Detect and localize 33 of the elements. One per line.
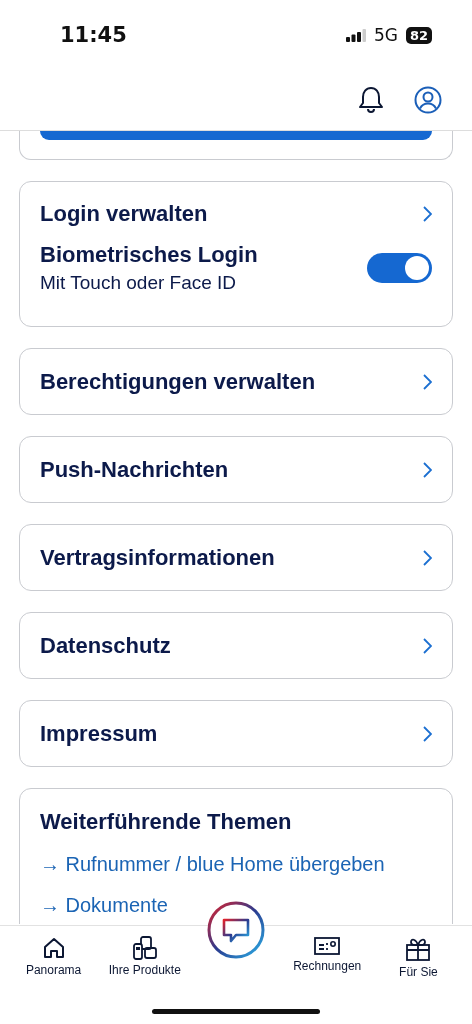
menu-item[interactable]: Vertragsinformationen: [19, 524, 453, 591]
network-label: 5G: [373, 25, 398, 45]
chevron-right-icon: [422, 549, 432, 566]
tab-item[interactable]: Ihre Produkte: [99, 936, 191, 977]
tab-item[interactable]: Rechnungen: [281, 936, 373, 973]
menu-item[interactable]: Datenschutz: [19, 612, 453, 679]
home-icon: [41, 936, 66, 960]
biometric-title: Biometrisches Login: [40, 242, 258, 268]
menu-item[interactable]: Login verwalten: [40, 196, 432, 232]
link[interactable]: → Dokumente: [40, 894, 432, 917]
chevron-right-icon: [422, 725, 432, 742]
menu-item[interactable]: Berechtigungen verwalten: [19, 348, 453, 415]
invoice-icon: [314, 936, 341, 956]
chevron-right-icon: [422, 461, 432, 478]
section-title: Weiterführende Themen: [40, 809, 293, 835]
chat-button[interactable]: [207, 901, 265, 959]
menu-item[interactable]: Push-Nachrichten: [19, 436, 453, 503]
devices-icon: [131, 936, 158, 960]
menu-item[interactable]: Impressum: [19, 700, 453, 767]
signal-icon: [345, 28, 366, 42]
battery-indicator: 82: [405, 26, 432, 44]
chevron-right-icon: [422, 206, 432, 222]
biometric-subtitle: Mit Touch oder Face ID: [40, 272, 238, 294]
link[interactable]: → Rufnummer / blue Home übergeben: [40, 853, 432, 876]
tab-item[interactable]: Panorama: [8, 936, 100, 977]
notification-bell-icon[interactable]: [358, 86, 384, 114]
gift-icon: [405, 936, 432, 962]
toggle-switch[interactable]: [367, 253, 432, 283]
chevron-right-icon: [422, 373, 432, 390]
status-time: 11:45: [60, 23, 127, 47]
profile-icon[interactable]: [414, 86, 442, 114]
tab-item[interactable]: Für Sie: [372, 936, 464, 979]
chevron-right-icon: [422, 637, 432, 654]
